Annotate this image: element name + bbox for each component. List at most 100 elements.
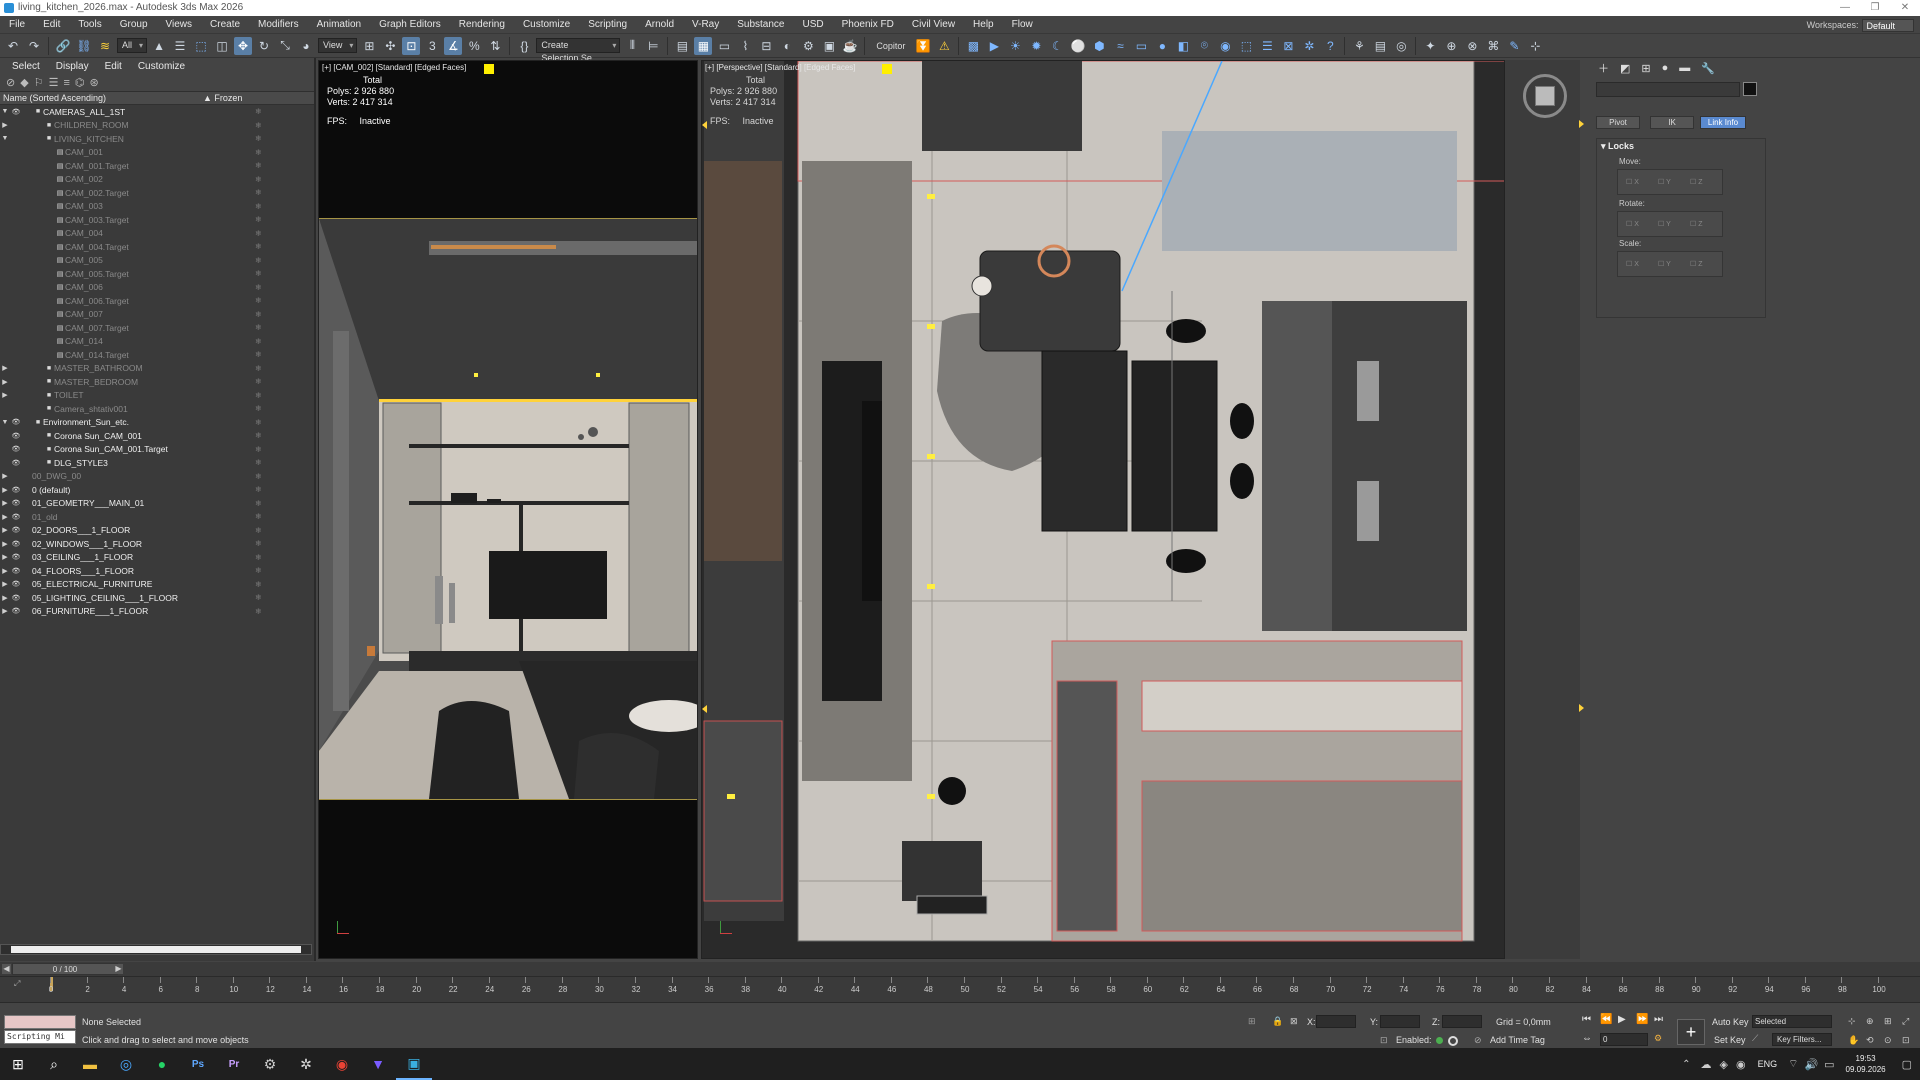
column-frozen[interactable]: ▲ Frozen <box>200 93 242 103</box>
selection-lock-icon[interactable]: 🔒 <box>1272 1016 1283 1027</box>
undo-icon[interactable]: ↶ <box>4 37 22 55</box>
freeze-icon[interactable]: ❄ <box>255 256 262 265</box>
explorer-row[interactable]: ▤ CAM_003 ❄ <box>0 200 314 214</box>
select-rotate-icon[interactable]: ↻ <box>255 37 273 55</box>
visibility-eye-icon[interactable]: 👁 <box>10 108 22 116</box>
premiere-icon[interactable]: Pr <box>216 1048 252 1080</box>
hierarchy-tab-icon[interactable]: ⊞ <box>1641 62 1650 75</box>
expand-arrow-icon[interactable]: ▼ <box>0 419 10 426</box>
add-time-tag[interactable]: Add Time Tag <box>1490 1035 1545 1045</box>
freeze-icon[interactable]: ❄ <box>255 553 262 562</box>
windows-start-icon[interactable]: ⊞ <box>0 1048 36 1080</box>
vray-sphere-icon[interactable]: ● <box>1153 37 1171 55</box>
freeze-icon[interactable]: ❄ <box>255 593 262 602</box>
freeze-icon[interactable]: ❄ <box>255 202 262 211</box>
explorer-row[interactable]: ▤ CAM_002 ❄ <box>0 173 314 187</box>
menu-graph-editors[interactable]: Graph Editors <box>370 19 450 30</box>
render-production-icon[interactable]: ☕ <box>841 37 859 55</box>
menu-scripting[interactable]: Scripting <box>579 19 636 30</box>
link-info-button[interactable]: Link Info <box>1700 116 1746 129</box>
vray-lister-icon[interactable]: ☰ <box>1258 37 1276 55</box>
volume-icon[interactable]: 🔊 <box>1801 1058 1821 1071</box>
object-name-field[interactable] <box>1596 82 1740 97</box>
object-color-swatch[interactable] <box>1743 82 1757 96</box>
freeze-icon[interactable]: ❄ <box>255 283 262 292</box>
curve-editor-icon[interactable]: ⌇ <box>736 37 754 55</box>
visibility-eye-icon[interactable]: 👁 <box>10 486 22 494</box>
named-selection-dropdown[interactable]: Create Selection Se <box>536 38 621 63</box>
photoshop-icon[interactable]: Ps <box>180 1048 216 1080</box>
menu-rendering[interactable]: Rendering <box>450 19 514 30</box>
lock-y[interactable]: ☐ Y <box>1658 178 1671 186</box>
play-icon[interactable]: ▶ <box>1618 1014 1626 1025</box>
menu-group[interactable]: Group <box>111 19 157 30</box>
y-coordinate-field[interactable] <box>1380 1015 1420 1028</box>
vray-scene-icon[interactable]: ⬚ <box>1237 37 1255 55</box>
placement-icon[interactable]: ◕ <box>297 37 315 55</box>
explorer-tab-customize[interactable]: Customize <box>130 61 193 72</box>
freeze-icon[interactable]: ❄ <box>255 269 262 278</box>
freeze-icon[interactable]: ❄ <box>255 148 262 157</box>
explorer-row[interactable]: ▤ CAM_006.Target ❄ <box>0 294 314 308</box>
display-tab-icon[interactable]: ▬ <box>1679 62 1690 74</box>
field-of-view-icon[interactable]: ⊞ <box>1884 1016 1892 1027</box>
explorer-row[interactable]: 👁 ■ Corona Sun_CAM_001 ❄ <box>0 429 314 443</box>
file-explorer-icon[interactable]: ▬ <box>72 1048 108 1080</box>
set-key-button[interactable]: Set Key <box>1714 1035 1746 1045</box>
explorer-row[interactable]: ▤ CAM_014 ❄ <box>0 335 314 349</box>
explorer-row[interactable]: ▤ CAM_002.Target ❄ <box>0 186 314 200</box>
viewport-camera[interactable]: [+] [CAM_002] [Standard] [Edged Faces] T… <box>318 60 698 959</box>
explorer-row[interactable]: ▼ 👁 ■ CAMERAS_ALL_1ST ❄ <box>0 105 314 119</box>
vray-debug-icon[interactable]: ⊠ <box>1279 37 1297 55</box>
menu-help[interactable]: Help <box>964 19 1003 30</box>
visibility-eye-icon[interactable]: 👁 <box>10 540 22 548</box>
chevrons-down-icon[interactable]: ⏬ <box>914 37 932 55</box>
freeze-icon[interactable]: ❄ <box>255 580 262 589</box>
visibility-eye-icon[interactable]: 👁 <box>10 553 22 561</box>
menu-usd[interactable]: USD <box>794 19 833 30</box>
display-none-icon[interactable]: ⊘ <box>6 76 15 89</box>
menu-arnold[interactable]: Arnold <box>636 19 683 30</box>
plugin-c-icon[interactable]: ◎ <box>1392 37 1410 55</box>
menu-create[interactable]: Create <box>201 19 249 30</box>
freeze-icon[interactable]: ❄ <box>255 323 262 332</box>
snaps-toggle-icon[interactable]: 3 <box>423 37 441 55</box>
filter-helpers-icon[interactable]: ⊛ <box>89 76 98 89</box>
orbit-icon[interactable]: ⟲ <box>1866 1035 1874 1046</box>
selection-filter-dropdown[interactable]: All <box>117 38 148 53</box>
vray-material-icon[interactable]: ◉ <box>1216 37 1234 55</box>
freeze-icon[interactable]: ❄ <box>255 445 262 454</box>
visibility-eye-icon[interactable]: 👁 <box>10 594 22 602</box>
explorer-row[interactable]: ▶ 👁 02_DOORS___1_FLOOR ❄ <box>0 524 314 538</box>
key-mode-dropdown[interactable]: Selected <box>1752 1015 1832 1028</box>
explorer-tab-select[interactable]: Select <box>4 61 48 72</box>
window-crossing-icon[interactable]: ◫ <box>213 37 231 55</box>
freeze-icon[interactable]: ❄ <box>255 377 262 386</box>
lock-x[interactable]: ☐ X <box>1626 220 1639 228</box>
menu-phoenix-fd[interactable]: Phoenix FD <box>833 19 903 30</box>
explorer-row[interactable]: ▤ CAM_006 ❄ <box>0 281 314 295</box>
freeze-icon[interactable]: ❄ <box>255 418 262 427</box>
expand-arrow-icon[interactable]: ▶ <box>0 499 10 507</box>
align-icon[interactable]: ⊨ <box>644 37 662 55</box>
x-coordinate-field[interactable] <box>1316 1015 1356 1028</box>
previous-frame-icon[interactable]: ⏪ <box>1600 1014 1612 1025</box>
menu-file[interactable]: File <box>0 19 34 30</box>
menu-flow[interactable]: Flow <box>1003 19 1042 30</box>
lock-x[interactable]: ☐ X <box>1626 178 1639 186</box>
expand-arrow-icon[interactable]: ▶ <box>0 472 10 480</box>
freeze-icon[interactable]: ❄ <box>255 431 262 440</box>
modify-tab-icon[interactable]: ◩ <box>1620 62 1630 75</box>
auto-key-button[interactable]: Auto Key <box>1712 1017 1749 1027</box>
explorer-row[interactable]: ▤ CAM_001 ❄ <box>0 146 314 160</box>
menu-tools[interactable]: Tools <box>69 19 110 30</box>
explorer-row[interactable]: ▶ 👁 03_CEILING___1_FLOOR ❄ <box>0 551 314 565</box>
freeze-icon[interactable]: ❄ <box>255 107 262 116</box>
expand-arrow-icon[interactable]: ▶ <box>0 378 10 386</box>
z-coordinate-field[interactable] <box>1442 1015 1482 1028</box>
explorer-row[interactable]: ▶ 👁 0 (default) ❄ <box>0 483 314 497</box>
warning-icon[interactable]: ⚠ <box>935 37 953 55</box>
freeze-icon[interactable]: ❄ <box>255 458 262 467</box>
angle-snap-icon[interactable]: ∡ <box>444 36 463 55</box>
tray-network-icon[interactable]: ◉ <box>1732 1058 1750 1071</box>
